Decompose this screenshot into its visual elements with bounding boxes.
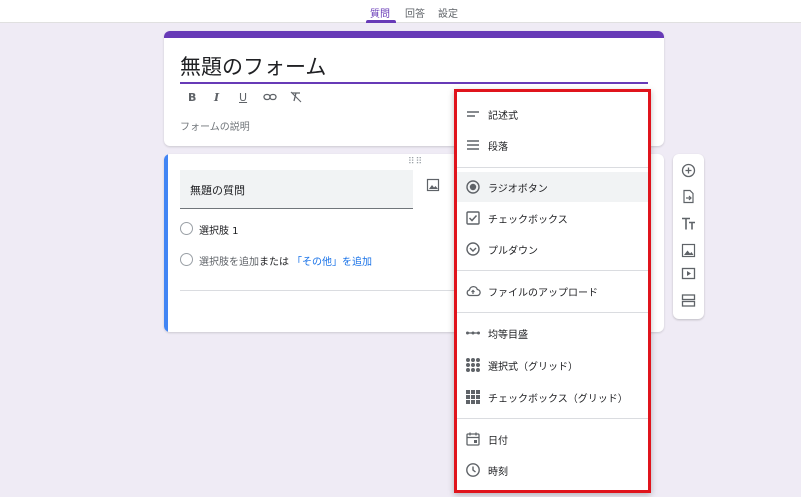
active-card-indicator <box>164 154 168 332</box>
tab-settings[interactable]: 設定 <box>438 5 458 20</box>
menu-divider <box>457 312 648 313</box>
menu-item-label: 段落 <box>488 142 508 153</box>
add-image-icon[interactable] <box>426 178 440 192</box>
clock-icon <box>466 463 480 477</box>
add-video-icon[interactable] <box>681 266 696 281</box>
calendar-icon <box>466 432 480 446</box>
add-section-icon[interactable] <box>681 293 696 308</box>
menu-item-date[interactable]: 日付 <box>457 424 648 454</box>
clear-format-icon[interactable] <box>290 91 302 103</box>
menu-item-checkbox[interactable]: チェックボックス <box>457 203 648 233</box>
linear-scale-icon <box>466 331 480 335</box>
underline-button[interactable]: U <box>239 91 247 104</box>
paragraph-icon <box>467 140 479 150</box>
checkbox-icon <box>466 211 480 225</box>
menu-item-radio[interactable]: ラジオボタン <box>457 172 648 202</box>
checkbox-grid-icon <box>466 390 480 404</box>
tab-responses[interactable]: 回答 <box>405 5 425 20</box>
radio-option-1[interactable] <box>180 222 193 235</box>
menu-item-label: チェックボックス（グリッド） <box>488 394 628 405</box>
menu-item-dropdown[interactable]: プルダウン <box>457 234 648 264</box>
menu-item-file-upload[interactable]: ファイルのアップロード <box>457 276 648 306</box>
menu-item-label: ラジオボタン <box>488 184 548 195</box>
or-text: または <box>259 257 289 268</box>
radio-add-option <box>180 253 193 266</box>
link-icon[interactable] <box>263 92 277 102</box>
accent-stripe <box>164 31 664 38</box>
question-type-menu: 記述式 段落 ラジオボタン チェックボックス プルダウン ファイルのアップロード… <box>454 89 651 493</box>
radio-icon <box>466 180 480 194</box>
menu-item-label: 選択式（グリッド） <box>488 362 578 373</box>
menu-item-label: チェックボックス <box>488 215 568 226</box>
menu-item-time[interactable]: 時刻 <box>457 455 648 485</box>
title-underline <box>180 82 648 84</box>
form-description[interactable]: フォームの説明 <box>180 118 250 133</box>
question-title-field[interactable]: 無題の質問 <box>180 170 413 209</box>
cloud-upload-icon <box>466 285 481 297</box>
add-image-icon[interactable] <box>681 243 696 258</box>
menu-item-paragraph[interactable]: 段落 <box>457 130 648 160</box>
add-other-link[interactable]: 「その他」を追加 <box>292 253 372 268</box>
menu-divider <box>457 418 648 419</box>
menu-divider <box>457 270 648 271</box>
import-questions-icon[interactable] <box>681 189 696 204</box>
menu-item-label: ファイルのアップロード <box>488 288 598 299</box>
menu-divider <box>457 167 648 168</box>
dot-grid-icon <box>466 358 480 372</box>
tab-questions[interactable]: 質問 <box>370 5 390 20</box>
menu-item-multiple-choice-grid[interactable]: 選択式（グリッド） <box>457 350 648 380</box>
question-title: 無題の質問 <box>190 184 245 197</box>
menu-item-label: プルダウン <box>488 246 538 257</box>
short-answer-icon <box>467 111 479 117</box>
menu-item-label: 日付 <box>488 436 508 447</box>
top-tab-bar: 質問 回答 設定 <box>0 0 801 23</box>
bold-button[interactable]: B <box>188 91 196 104</box>
drag-handle-icon[interactable]: ⠿⠿ <box>408 157 423 167</box>
active-tab-indicator <box>366 20 396 23</box>
menu-item-linear-scale[interactable]: 均等目盛 <box>457 318 648 348</box>
form-title[interactable]: 無題のフォーム <box>180 51 326 81</box>
add-question-icon[interactable] <box>681 163 696 178</box>
side-toolbar <box>673 154 704 319</box>
menu-item-label: 均等目盛 <box>488 330 528 341</box>
add-option-link[interactable]: 選択肢を追加 <box>199 253 259 268</box>
menu-item-label: 記述式 <box>488 111 518 122</box>
menu-item-checkbox-grid[interactable]: チェックボックス（グリッド） <box>457 382 648 412</box>
option-1-label[interactable]: 選択肢 1 <box>199 222 239 237</box>
menu-item-label: 時刻 <box>488 467 508 478</box>
italic-button[interactable]: I <box>214 91 219 104</box>
dropdown-icon <box>466 242 480 256</box>
menu-item-short-answer[interactable]: 記述式 <box>457 99 648 129</box>
add-title-icon[interactable] <box>681 216 696 231</box>
